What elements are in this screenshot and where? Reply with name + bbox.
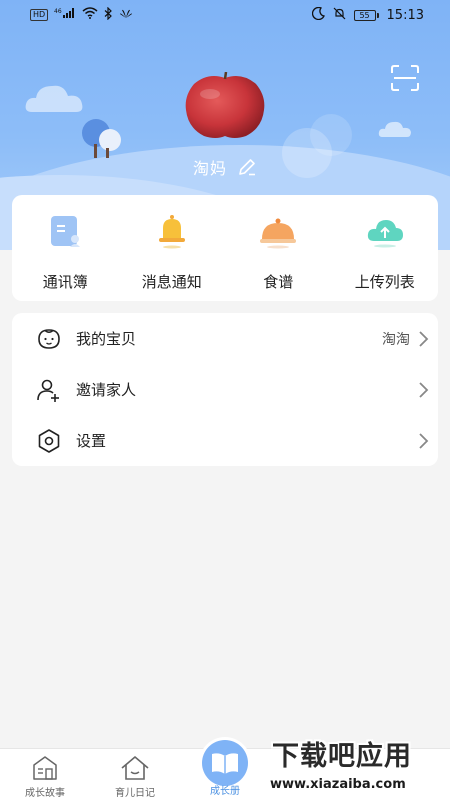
signal-icon: 46	[54, 7, 76, 23]
settings-hexagon-icon	[38, 428, 60, 453]
quick-action-label: 通讯簿	[42, 273, 88, 291]
add-user-icon	[37, 379, 59, 402]
nav-item-growth-story[interactable]: 成长故事	[0, 749, 90, 800]
menu-item-settings[interactable]: 设置	[12, 415, 438, 466]
status-bar: HD 46 55 15:13	[0, 0, 450, 30]
active-tab-bubble	[202, 740, 248, 786]
nav-label: 育儿日记	[115, 788, 155, 799]
chevron-right-icon	[419, 381, 429, 398]
battery-icon: 55	[353, 9, 379, 21]
nav-item-growth-album[interactable]: 成长册	[180, 740, 270, 800]
bluetooth-icon	[104, 6, 113, 24]
moon-icon	[311, 6, 325, 24]
quick-action-label: 消息通知	[141, 273, 202, 291]
status-right: 55 15:13	[311, 6, 424, 24]
menu-item-invite-family[interactable]: 邀请家人	[12, 364, 438, 415]
quick-action-notifications[interactable]: 消息通知	[119, 195, 226, 301]
mute-bell-icon	[333, 7, 346, 24]
cloud-upload-icon	[367, 220, 403, 248]
nav-label: 成长故事	[25, 788, 65, 799]
pencil-icon[interactable]	[237, 157, 257, 177]
cloud-icon	[25, 85, 83, 112]
story-house-icon	[33, 756, 57, 780]
food-cover-icon	[260, 218, 297, 249]
nav-item-parenting-diary[interactable]: 育儿日记	[90, 749, 180, 800]
baby-face-icon	[38, 328, 60, 349]
menu-card: 我的宝贝 淘淘 邀请家人 设置	[12, 313, 438, 466]
menu-item-label: 设置	[76, 432, 107, 450]
username: 淘妈	[192, 159, 227, 178]
menu-item-my-baby[interactable]: 我的宝贝 淘淘	[12, 313, 438, 364]
bubble-decoration	[310, 114, 352, 156]
clock-time: 15:13	[386, 7, 424, 23]
contacts-book-icon	[51, 216, 81, 247]
watermark-logo-text: 下载吧应用	[272, 741, 412, 772]
chevron-right-icon	[419, 432, 429, 449]
quick-action-label: 上传列表	[354, 273, 415, 291]
watermark-url: www.xiazaiba.com	[270, 777, 406, 792]
menu-item-label: 邀请家人	[76, 381, 137, 399]
menu-item-label: 我的宝贝	[76, 330, 137, 348]
watermark: 下载吧应用 www.xiazaiba.com	[268, 738, 446, 796]
status-left: HD 46	[30, 6, 133, 24]
quick-action-upload-list[interactable]: 上传列表	[332, 195, 439, 301]
bell-icon	[158, 215, 185, 249]
name-row: 淘妈	[0, 155, 450, 179]
scan-icon[interactable]	[390, 64, 420, 92]
svg-text:46: 46	[54, 8, 62, 15]
quick-action-label: 食谱	[263, 273, 294, 291]
quick-actions-card: 通讯簿 消息通知 食谱 上传列表	[12, 195, 438, 301]
baby-name-value: 淘淘	[382, 331, 410, 348]
huawei-logo-icon	[119, 8, 133, 23]
cloud-icon	[378, 121, 411, 137]
wifi-icon	[82, 7, 98, 23]
quick-action-contacts[interactable]: 通讯簿	[12, 195, 119, 301]
apple-avatar[interactable]	[184, 72, 266, 140]
battery-level: 55	[353, 9, 376, 21]
home-icon	[121, 756, 149, 780]
chevron-right-icon	[419, 330, 429, 347]
book-icon	[212, 753, 238, 774]
nav-label: 成长册	[210, 786, 240, 797]
hd-badge: HD	[30, 9, 49, 21]
quick-action-recipes[interactable]: 食谱	[225, 195, 332, 301]
